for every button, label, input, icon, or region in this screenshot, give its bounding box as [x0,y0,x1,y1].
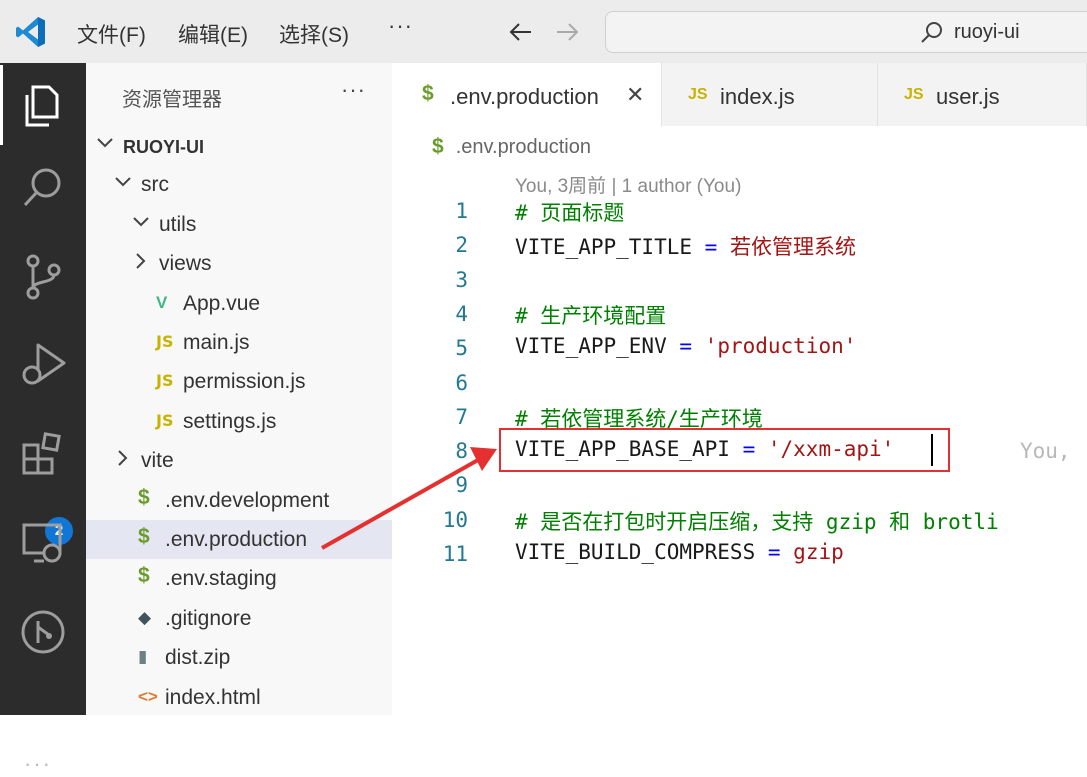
activity-more-button[interactable]: ··· [24,751,52,777]
annotation-arrow [321,447,497,550]
